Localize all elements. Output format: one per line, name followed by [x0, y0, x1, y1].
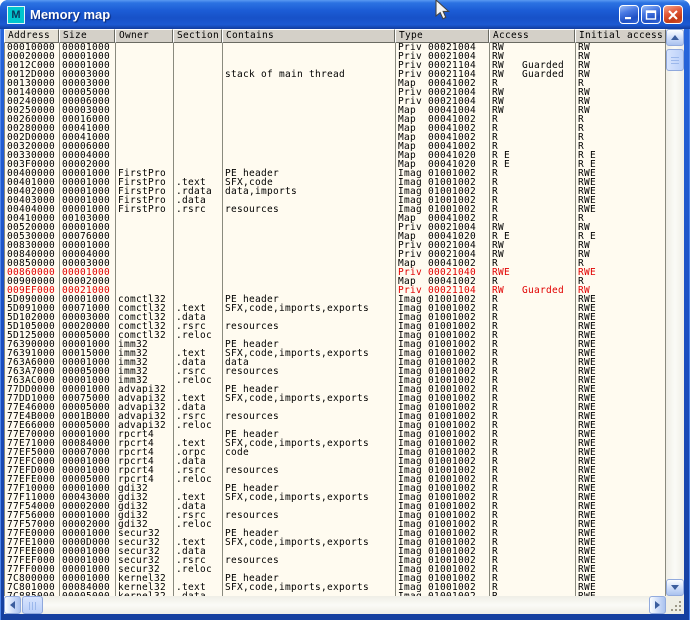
- cell-contains: resources: [225, 322, 279, 331]
- cell-contains: SFX,code,imports,exports: [225, 394, 369, 403]
- grid-line: [395, 43, 396, 596]
- cell-contains: SFX,code,imports,exports: [225, 304, 369, 313]
- window-controls: [619, 5, 683, 24]
- cell-section: .reloc: [176, 376, 212, 385]
- minimize-icon: [623, 9, 635, 21]
- resize-grip-icon: [679, 609, 681, 611]
- scroll-up-button[interactable]: [666, 29, 684, 46]
- scroll-down-button[interactable]: [666, 579, 684, 596]
- grid-line: [575, 43, 576, 596]
- cell-contains: data,imports: [225, 187, 297, 196]
- cell-contains: resources: [225, 367, 279, 376]
- grid-line: [4, 43, 5, 596]
- cell-contains: stack of main thread: [225, 70, 345, 79]
- cell-section: .reloc: [176, 565, 212, 574]
- horizontal-scrollbar-thumb[interactable]: [22, 596, 43, 614]
- cell-access: RW Guarded: [492, 286, 564, 295]
- cell-contains: resources: [225, 205, 279, 214]
- grid-line: [173, 43, 174, 596]
- column-header-contains[interactable]: Contains: [222, 29, 395, 43]
- table-header: AddressSizeOwnerSectionContainsTypeAcces…: [4, 29, 666, 43]
- chevron-right-icon: [655, 601, 660, 609]
- vertical-scrollbar-thumb[interactable]: [666, 49, 684, 71]
- cell-section: .reloc: [176, 475, 212, 484]
- cell-contains: SFX,code,imports,exports: [225, 538, 369, 547]
- cell-contains: SFX,code,imports,exports: [225, 493, 369, 502]
- window-title: Memory map: [30, 7, 110, 22]
- column-header-owner[interactable]: Owner: [115, 29, 173, 43]
- grid-line: [665, 43, 666, 596]
- chevron-left-icon: [10, 601, 15, 609]
- column-header-address[interactable]: Address: [4, 29, 59, 43]
- column-header-type[interactable]: Type: [395, 29, 489, 43]
- maximize-icon: [645, 9, 657, 21]
- vertical-scrollbar[interactable]: [666, 29, 684, 596]
- titlebar[interactable]: M Memory map: [0, 0, 690, 29]
- grid-line: [222, 43, 223, 596]
- grid-line: [59, 43, 60, 596]
- close-button[interactable]: [663, 5, 683, 24]
- scroll-right-button[interactable]: [649, 596, 666, 614]
- minimize-button[interactable]: [619, 5, 639, 24]
- column-header-size[interactable]: Size: [59, 29, 115, 43]
- cell-owner: FirstPro: [118, 205, 166, 214]
- memory-map-window: M Memory map AddressSizeOwnerSectionCont…: [0, 0, 690, 620]
- cell-contains: resources: [225, 511, 279, 520]
- grid-line: [489, 43, 490, 596]
- chevron-down-icon: [671, 585, 679, 590]
- cell-access: RW Guarded: [492, 70, 564, 79]
- grid-line: [115, 43, 116, 596]
- chevron-up-icon: [671, 35, 679, 40]
- cell-section: .rsrc: [176, 205, 206, 214]
- cell-section: .reloc: [176, 520, 212, 529]
- cell-section: .reloc: [176, 421, 212, 430]
- cell-contains: SFX,code,imports,exports: [225, 583, 369, 592]
- column-header-initial-access[interactable]: Initial access: [575, 29, 666, 43]
- horizontal-scrollbar[interactable]: [4, 596, 666, 614]
- app-icon[interactable]: M: [7, 6, 25, 24]
- close-icon: [667, 9, 679, 21]
- cell-contains: resources: [225, 556, 279, 565]
- client-area: AddressSizeOwnerSectionContainsTypeAcces…: [4, 29, 684, 614]
- cell-contains: resources: [225, 466, 279, 475]
- cell-section: .reloc: [176, 331, 212, 340]
- app-icon-letter: M: [11, 9, 20, 21]
- column-header-access[interactable]: Access: [489, 29, 575, 43]
- cell-contains: resources: [225, 412, 279, 421]
- memory-table: AddressSizeOwnerSectionContainsTypeAcces…: [4, 29, 666, 596]
- memory-table-body: 0001000000001000Priv 00021004RWRW0002000…: [4, 43, 666, 596]
- maximize-button[interactable]: [641, 5, 661, 24]
- resize-grip[interactable]: [666, 596, 684, 614]
- cell-contains: code: [225, 448, 249, 457]
- scroll-left-button[interactable]: [4, 596, 21, 614]
- column-header-section[interactable]: Section: [173, 29, 222, 43]
